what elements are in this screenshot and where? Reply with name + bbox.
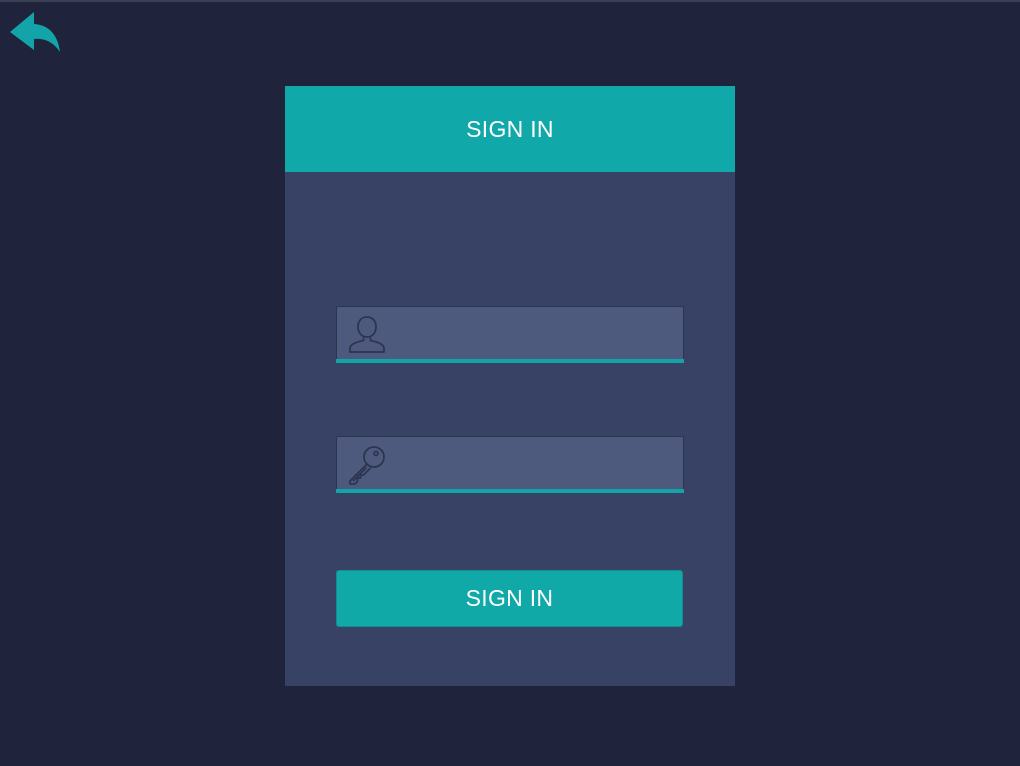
- user-icon: [349, 316, 385, 353]
- sign-in-card: SIGN IN SIGN IN: [285, 86, 735, 686]
- sign-in-button-label: SIGN IN: [465, 585, 554, 611]
- sign-in-button[interactable]: SIGN IN: [336, 570, 683, 627]
- window-top-border: [0, 0, 1020, 2]
- password-field[interactable]: [336, 436, 684, 493]
- username-field[interactable]: [336, 306, 684, 363]
- username-input[interactable]: [397, 313, 679, 357]
- password-input[interactable]: [397, 443, 679, 487]
- card-title: SIGN IN: [466, 115, 554, 142]
- back-button[interactable]: [8, 10, 62, 54]
- reply-arrow-icon: [10, 12, 60, 52]
- card-header: SIGN IN: [285, 86, 735, 172]
- key-icon: [349, 446, 385, 485]
